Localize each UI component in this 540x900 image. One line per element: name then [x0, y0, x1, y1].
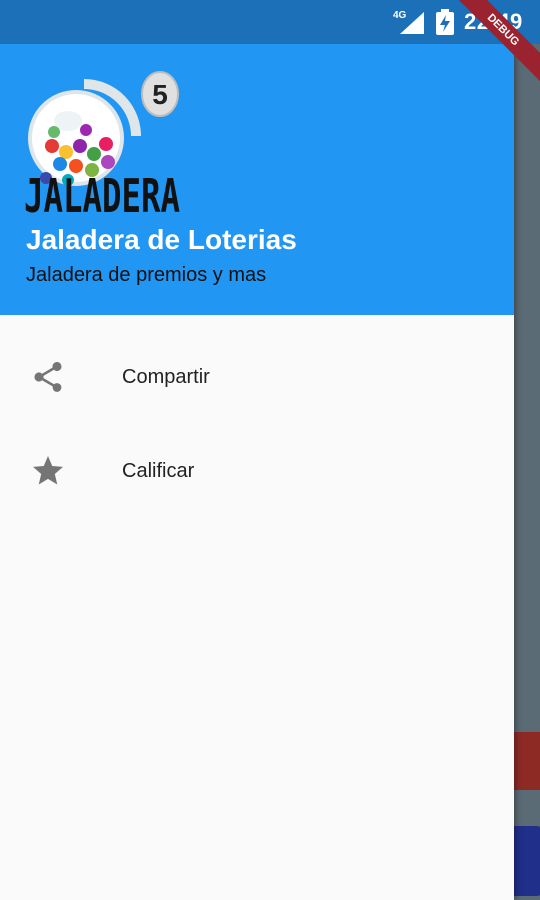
share-icon: [34, 361, 62, 392]
menu-item-share[interactable]: Compartir: [0, 331, 514, 423]
status-bar: 4G 22:49: [0, 0, 540, 44]
star-icon: [33, 456, 63, 485]
menu-item-rate-label: Calificar: [122, 459, 195, 482]
navigation-drawer: 5 JALADERA Jaladera de Loterias Jaladera…: [0, 0, 514, 900]
signal-icon: [400, 12, 424, 34]
logo-wordmark: JALADERA: [24, 169, 180, 216]
menu-item-share-label: Compartir: [122, 365, 210, 388]
drawer-header: 5 JALADERA Jaladera de Loterias Jaladera…: [0, 44, 514, 315]
logo-badge: 5: [152, 79, 168, 110]
app-logo: 5 JALADERA: [24, 71, 180, 216]
drawer-title: Jaladera de Loterias: [26, 224, 297, 255]
menu-item-rate[interactable]: Calificar: [0, 425, 514, 517]
drawer-subtitle: Jaladera de premios y mas: [26, 264, 267, 286]
battery-charging-icon: [436, 9, 454, 35]
